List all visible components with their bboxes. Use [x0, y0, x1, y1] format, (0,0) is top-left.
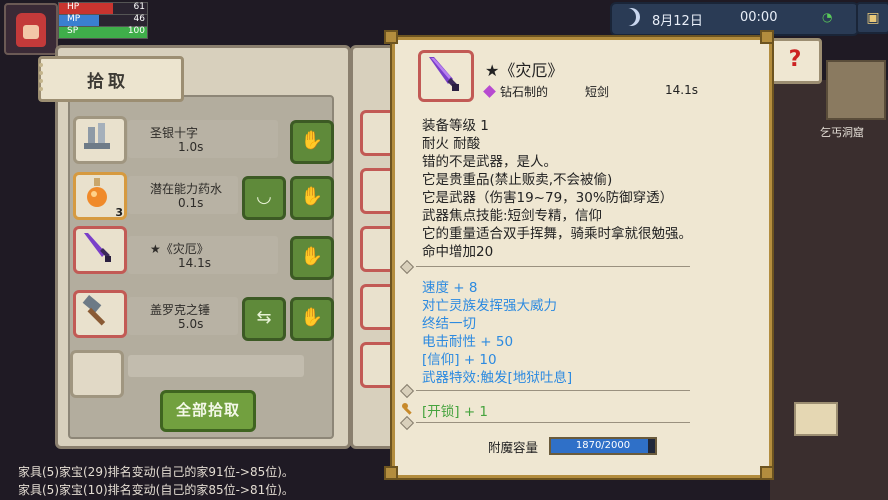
moon-icon: [622, 8, 640, 26]
map-view: [770, 80, 888, 500]
help-button[interactable]: ?: [768, 38, 822, 84]
desc-line: 它的重量适合双手挥舞，骑乘时拿就很勉强。: [422, 226, 692, 242]
enchant-capacity-text: 1870/2000: [575, 440, 631, 451]
item-slot-hammer[interactable]: [73, 290, 127, 338]
pickup-button[interactable]: ✋: [290, 120, 334, 164]
item-name: 潜在能力药水: [150, 182, 223, 196]
player-portrait[interactable]: [4, 3, 58, 55]
swap-button[interactable]: ⇆: [242, 297, 286, 341]
item-slot-silver-cross[interactable]: [73, 116, 127, 164]
item-count: 3: [115, 206, 123, 219]
unlock-line: [开锁] + 1: [422, 404, 489, 420]
mouth-icon: ◡: [256, 186, 272, 207]
item-name: ★《灾厄》: [150, 242, 209, 256]
enchant-line: 速度 + 8: [422, 280, 478, 296]
time-text: 00:00: [740, 10, 778, 25]
hook-icon: [39, 63, 59, 91]
empty-item-slot: [70, 350, 124, 398]
hand-icon: ✋: [300, 186, 324, 207]
window-icon: ▣: [866, 10, 880, 26]
map-location-tile[interactable]: [826, 60, 886, 120]
signal-icon: ◔: [822, 10, 833, 24]
desc-line: 命中增加20: [422, 244, 494, 260]
item-duration: 14.1s: [665, 83, 698, 97]
item-row-sword[interactable]: ★《灾厄》 14.1s: [128, 236, 278, 274]
mp-value: 46: [133, 14, 145, 24]
mp-label: MP: [67, 14, 81, 24]
sp-bar: SP 100: [58, 26, 148, 39]
hammer-icon: [82, 295, 106, 326]
desc-line: 武器焦点技能:短剑专精，信仰: [422, 208, 603, 224]
item-slot-sword[interactable]: [73, 226, 127, 274]
tooltip-corner: [760, 466, 774, 480]
item-row-silver-cross[interactable]: 圣银十字 1.0s: [128, 120, 278, 158]
clock-panel: 8月12日 00:00 ◔: [610, 2, 859, 36]
item-name: 圣银十字: [150, 126, 199, 140]
item-name: 盖罗克之锤: [150, 303, 211, 317]
hp-value: 61: [133, 2, 145, 12]
item-time: 14.1s: [178, 256, 211, 270]
desc-line: 错的不是武器，是人。: [422, 154, 557, 170]
divider: [399, 259, 690, 275]
menu-button[interactable]: ▣: [856, 2, 888, 34]
enchant-line: 终结一切: [422, 316, 476, 332]
item-row-potion[interactable]: 潜在能力药水 0.1s: [128, 176, 238, 214]
date-text: 8月12日: [652, 14, 703, 29]
desc-line: 它是贵重品(禁止贩卖,不会被偷): [422, 172, 613, 188]
desc-line: 装备等级 1: [422, 118, 489, 134]
pickup-button[interactable]: ✋: [290, 297, 334, 341]
empty-item-row: [128, 355, 304, 377]
desc-line: 它是武器（伤害19~79，30%防御穿透）: [422, 190, 674, 206]
tooltip-subtitle: 钻石制的 短剑 14.1s: [483, 83, 698, 100]
tooltip-item-icon: [418, 50, 474, 102]
log-line: 家具(5)家宝(29)排名变动(自己的家91位->85位)。: [18, 465, 294, 479]
scroll-item[interactable]: [794, 402, 838, 436]
pickup-title: 拾取: [87, 72, 129, 92]
question-icon: ?: [788, 47, 802, 72]
item-time: 0.1s: [178, 196, 204, 210]
diamond-icon: [483, 85, 496, 98]
enchant-line: 电击耐性 + 50: [422, 334, 514, 350]
tooltip-corner: [384, 30, 398, 44]
tooltip-title: ★《灾厄》: [485, 61, 564, 80]
tooltip-corner: [760, 30, 774, 44]
hand-icon: ✋: [300, 130, 324, 151]
avatar: [16, 13, 46, 47]
hp-label: HP: [67, 2, 80, 12]
item-time: 1.0s: [178, 140, 204, 154]
pickup-title-banner: 拾取: [38, 56, 184, 102]
item-slot-potion[interactable]: 3: [73, 172, 127, 220]
item-time: 5.0s: [178, 317, 204, 331]
pickup-button[interactable]: ✋: [290, 176, 334, 220]
location-name: 乞丐洞窟: [820, 126, 864, 139]
enchant-capacity-bar: 1870/2000: [549, 437, 657, 455]
sp-label: SP: [67, 26, 79, 36]
sword-icon: [84, 233, 111, 262]
weapon-type: 短剑: [585, 85, 610, 99]
enchant-line: 武器特效:触发[地狱吐息]: [422, 370, 573, 386]
sword-icon: [429, 57, 459, 91]
hand-icon: ✋: [300, 307, 324, 328]
drink-button[interactable]: ◡: [242, 176, 286, 220]
log-line: 家具(5)家宝(10)排名变动(自己的家85位->81位)。: [18, 483, 294, 497]
pickup-button[interactable]: ✋: [290, 236, 334, 280]
silver-cross-icon: [84, 123, 110, 149]
material-text: 钻石制的: [500, 85, 549, 99]
divider: [399, 415, 690, 431]
hand-icon: ✋: [300, 246, 324, 267]
divider: [399, 383, 690, 399]
enchant-line: [信仰] + 10: [422, 352, 497, 368]
enchant-capacity-label: 附魔容量: [488, 440, 539, 455]
sp-value: 100: [127, 26, 145, 36]
pick-all-button[interactable]: 全部拾取: [160, 390, 256, 432]
potion-icon: [87, 178, 107, 207]
enchant-line: 对亡灵族发挥强大威力: [422, 298, 557, 314]
key-icon: [402, 403, 412, 415]
desc-line: 耐火 耐酸: [422, 136, 481, 152]
item-row-hammer[interactable]: 盖罗克之锤 5.0s: [128, 297, 238, 335]
swap-arrows-icon: ⇆: [256, 307, 272, 328]
tooltip-corner: [384, 466, 398, 480]
